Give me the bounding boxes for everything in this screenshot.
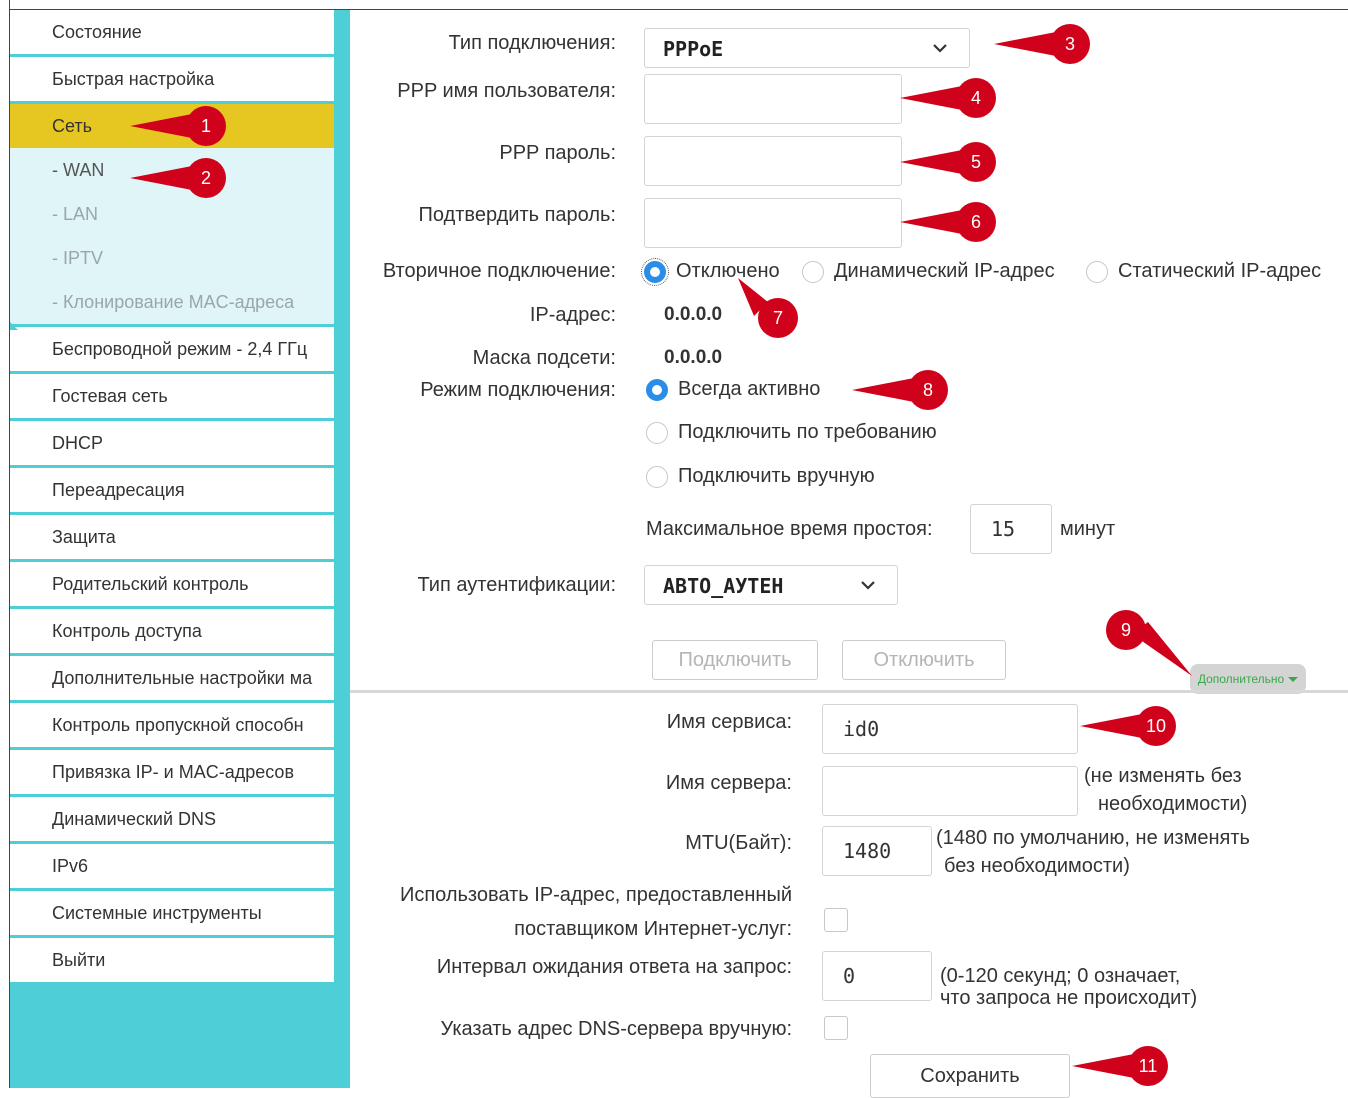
- ppp-user-label: PPP имя пользователя:: [397, 80, 616, 102]
- service-name-label: Имя сервиса:: [666, 711, 792, 733]
- echo-interval-note-1: (0-120 секунд; 0 означает,: [940, 965, 1181, 987]
- server-name-input[interactable]: [822, 766, 1078, 816]
- sidebar-subitem-lan[interactable]: - LAN: [10, 192, 334, 236]
- annotation-marker-8: 8: [852, 370, 948, 410]
- auth-type-select[interactable]: АВТО_АУТЕН: [644, 565, 898, 605]
- mtu-note-1: (1480 по умолчанию, не изменять: [936, 827, 1250, 849]
- radio-on-icon: [646, 378, 668, 401]
- sidebar-subitem-iptv[interactable]: - IPTV: [10, 236, 334, 280]
- conn-mode-label: Режим подключения:: [420, 379, 616, 401]
- ip-label: IP-адрес:: [529, 304, 616, 326]
- mtu-input[interactable]: 1480: [822, 826, 932, 876]
- ip-value: 0.0.0.0: [664, 304, 723, 325]
- radio-on-icon: [641, 257, 669, 286]
- echo-interval-note-2: что запроса не происходит): [940, 987, 1198, 1009]
- sidebar-item-logout[interactable]: Выйти: [10, 938, 334, 985]
- sidebar-item-parental-control[interactable]: Родительский контроль: [10, 562, 334, 609]
- annotation-marker-5: 5: [900, 142, 996, 182]
- annotation-marker-1: 1: [130, 106, 226, 146]
- radio-off-icon: [646, 465, 668, 488]
- sidebar-item-guest-network[interactable]: Гостевая сеть: [10, 374, 334, 421]
- conn-type-value: PPPoE: [663, 37, 724, 61]
- mask-label: Маска подсети:: [472, 347, 616, 369]
- caret-down-icon: [1288, 676, 1299, 682]
- annotation-marker-7: 7: [738, 278, 802, 342]
- annotation-marker-10: 10: [1080, 706, 1176, 746]
- annotation-marker-9: 9: [1106, 610, 1196, 680]
- sidebar-item-bandwidth-control[interactable]: Контроль пропускной способн: [10, 703, 334, 750]
- manual-dns-checkbox[interactable]: [824, 1016, 848, 1040]
- sidebar-item-forwarding[interactable]: Переадресация: [10, 468, 334, 515]
- server-name-note-2: необходимости): [1098, 793, 1248, 815]
- idle-time-unit: минут: [1060, 518, 1116, 540]
- annotation-marker-6: 6: [900, 202, 996, 242]
- sidebar-item-system-tools[interactable]: Системные инструменты: [10, 891, 334, 938]
- sidebar-item-wireless[interactable]: Беспроводной режим - 2,4 ГГц: [10, 327, 334, 374]
- main-content: Тип подключения: PPPoE PPP имя пользоват…: [350, 10, 1348, 1098]
- sidebar-item-access-control[interactable]: Контроль доступа: [10, 609, 334, 656]
- sidebar-item-status[interactable]: Состояние: [10, 10, 334, 57]
- sidebar-item-ddns[interactable]: Динамический DNS: [10, 797, 334, 844]
- isp-ip-label-2: поставщиком Интернет-услуг:: [514, 918, 792, 940]
- save-button[interactable]: Сохранить: [870, 1054, 1070, 1098]
- annotation-marker-3: 3: [994, 24, 1090, 64]
- sidebar-item-dhcp[interactable]: DHCP: [10, 421, 334, 468]
- auth-type-value: АВТО_АУТЕН: [663, 574, 784, 598]
- sidebar-item-ip-mac-binding[interactable]: Привязка IP- и MAC-адресов: [10, 750, 334, 797]
- sidebar-item-ipv6[interactable]: IPv6: [10, 844, 334, 891]
- sidebar-item-quick-setup[interactable]: Быстрая настройка: [10, 57, 334, 104]
- ppp-username-input[interactable]: [644, 74, 902, 124]
- radio-off-icon: [802, 260, 824, 283]
- sidebar-menu: Состояние Быстрая настройка Сеть - WAN -…: [10, 10, 334, 985]
- chevron-down-icon: [933, 44, 947, 53]
- mtu-note-2: без необходимости): [944, 855, 1130, 877]
- disconnect-button[interactable]: Отключить: [842, 640, 1006, 680]
- isp-ip-label-1: Использовать IP-адрес, предоставленный: [399, 884, 792, 906]
- confirm-pass-label: Подтвердить пароль:: [418, 204, 616, 226]
- mask-value: 0.0.0.0: [664, 347, 723, 368]
- mode-option-manual[interactable]: Подключить вручную: [646, 465, 875, 488]
- server-name-label: Имя сервера:: [665, 772, 792, 794]
- auth-type-label: Тип аутентификации:: [417, 574, 616, 596]
- mode-option-always[interactable]: Всегда активно: [646, 378, 820, 401]
- secondary-option-static[interactable]: Статический IP-адрес: [1086, 260, 1348, 283]
- conn-type-label: Тип подключения:: [448, 32, 616, 54]
- confirm-password-input[interactable]: [644, 198, 902, 248]
- radio-off-icon: [646, 421, 668, 444]
- ppp-password-input[interactable]: [644, 136, 902, 186]
- sidebar-item-security[interactable]: Защита: [10, 515, 334, 562]
- mtu-label: MTU(Байт):: [685, 832, 792, 854]
- manual-dns-label: Указать адрес DNS-сервера вручную:: [440, 1018, 792, 1040]
- sidebar-item-advanced-routing[interactable]: Дополнительные настройки ма: [10, 656, 334, 703]
- secondary-conn-label: Вторичное подключение:: [382, 260, 616, 282]
- sidebar-subitem-mac-clone[interactable]: - Клонирование MAC-адреса: [10, 280, 334, 324]
- mode-option-on-demand[interactable]: Подключить по требованию: [646, 421, 937, 444]
- echo-interval-input[interactable]: 0: [822, 951, 932, 1001]
- echo-interval-label: Интервал ожидания ответа на запрос:: [436, 956, 792, 978]
- annotation-marker-11: 11: [1072, 1046, 1168, 1086]
- annotation-marker-2: 2: [130, 158, 226, 198]
- secondary-option-dynamic[interactable]: Динамический IP-адрес: [802, 260, 1055, 283]
- isp-ip-checkbox[interactable]: [824, 908, 848, 932]
- server-name-note-1: (не изменять без: [1084, 765, 1242, 787]
- connect-button[interactable]: Подключить: [652, 640, 818, 680]
- idle-time-label: Максимальное время простоя:: [646, 518, 933, 540]
- radio-off-icon: [1086, 260, 1108, 283]
- section-divider: [350, 690, 1348, 693]
- conn-type-select[interactable]: PPPoE: [644, 28, 970, 68]
- service-name-input[interactable]: id0: [822, 704, 1078, 754]
- annotation-marker-4: 4: [900, 78, 996, 118]
- chevron-down-icon: [861, 581, 875, 590]
- ppp-pass-label: PPP пароль:: [499, 142, 616, 164]
- idle-time-input[interactable]: 15: [970, 504, 1052, 554]
